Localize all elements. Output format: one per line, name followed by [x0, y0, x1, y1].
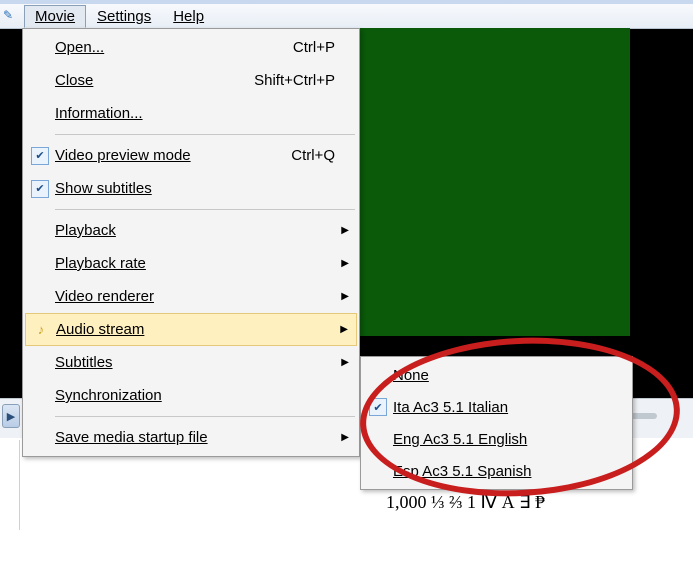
menubar: Movie Settings Help [0, 4, 693, 29]
menu-video-preview[interactable]: ✔ Video preview mode Ctrl+Q [25, 139, 357, 172]
menu-subtitles[interactable]: Subtitles ▶ [25, 346, 357, 379]
submenu-italian[interactable]: ✔ Ita Ac3 5.1 Italian [363, 391, 630, 423]
submenu-english[interactable]: Eng Ac3 5.1 English [363, 423, 630, 455]
menu-audio-stream[interactable]: ♪ Audio stream ▶ [25, 313, 357, 346]
menu-close[interactable]: Close Shift+Ctrl+P [25, 64, 357, 97]
menu-separator [55, 134, 355, 135]
menu-video-renderer[interactable]: Video renderer ▶ [25, 280, 357, 313]
submenu-spanish[interactable]: Esp Ac3 5.1 Spanish [363, 455, 630, 487]
submenu-arrow-icon: ▶ [341, 432, 349, 443]
panel-fragment [0, 440, 20, 530]
music-note-icon: ♪ [32, 321, 50, 339]
menubar-movie[interactable]: Movie [24, 5, 86, 28]
menu-playback[interactable]: Playback ▶ [25, 214, 357, 247]
submenu-arrow-icon: ▶ [341, 291, 349, 302]
menu-synchronization[interactable]: Synchronization [25, 379, 357, 412]
menu-show-subtitles[interactable]: ✔ Show subtitles [25, 172, 357, 205]
check-icon: ✔ [31, 147, 49, 165]
menu-playback-rate[interactable]: Playback rate ▶ [25, 247, 357, 280]
movie-menu: Open... Ctrl+P Close Shift+Ctrl+P Inform… [22, 28, 360, 457]
submenu-arrow-icon: ▶ [340, 324, 348, 335]
app-icon: ✎ [3, 8, 19, 24]
menubar-help[interactable]: Help [162, 5, 215, 28]
submenu-arrow-icon: ▶ [341, 225, 349, 236]
sample-text: 1,000 ⅓ ⅔ 1 Ⅳ Å ∃ ₱ [386, 492, 545, 513]
play-button[interactable]: ▶ [2, 404, 20, 428]
audio-stream-submenu: None ✔ Ita Ac3 5.1 Italian Eng Ac3 5.1 E… [360, 356, 633, 490]
menu-save-startup[interactable]: Save media startup file ▶ [25, 421, 357, 454]
submenu-arrow-icon: ▶ [341, 258, 349, 269]
menu-information[interactable]: Information... [25, 97, 357, 130]
menu-open[interactable]: Open... Ctrl+P [25, 31, 357, 64]
shortcut-close: Shift+Ctrl+P [254, 72, 357, 89]
check-icon: ✔ [369, 398, 387, 416]
video-preview [360, 28, 630, 336]
shortcut-open: Ctrl+P [293, 39, 357, 56]
shortcut-preview: Ctrl+Q [291, 147, 357, 164]
menubar-settings[interactable]: Settings [86, 5, 162, 28]
submenu-none[interactable]: None [363, 359, 630, 391]
menu-separator [55, 209, 355, 210]
check-icon: ✔ [31, 180, 49, 198]
submenu-arrow-icon: ▶ [341, 357, 349, 368]
menu-separator [55, 416, 355, 417]
